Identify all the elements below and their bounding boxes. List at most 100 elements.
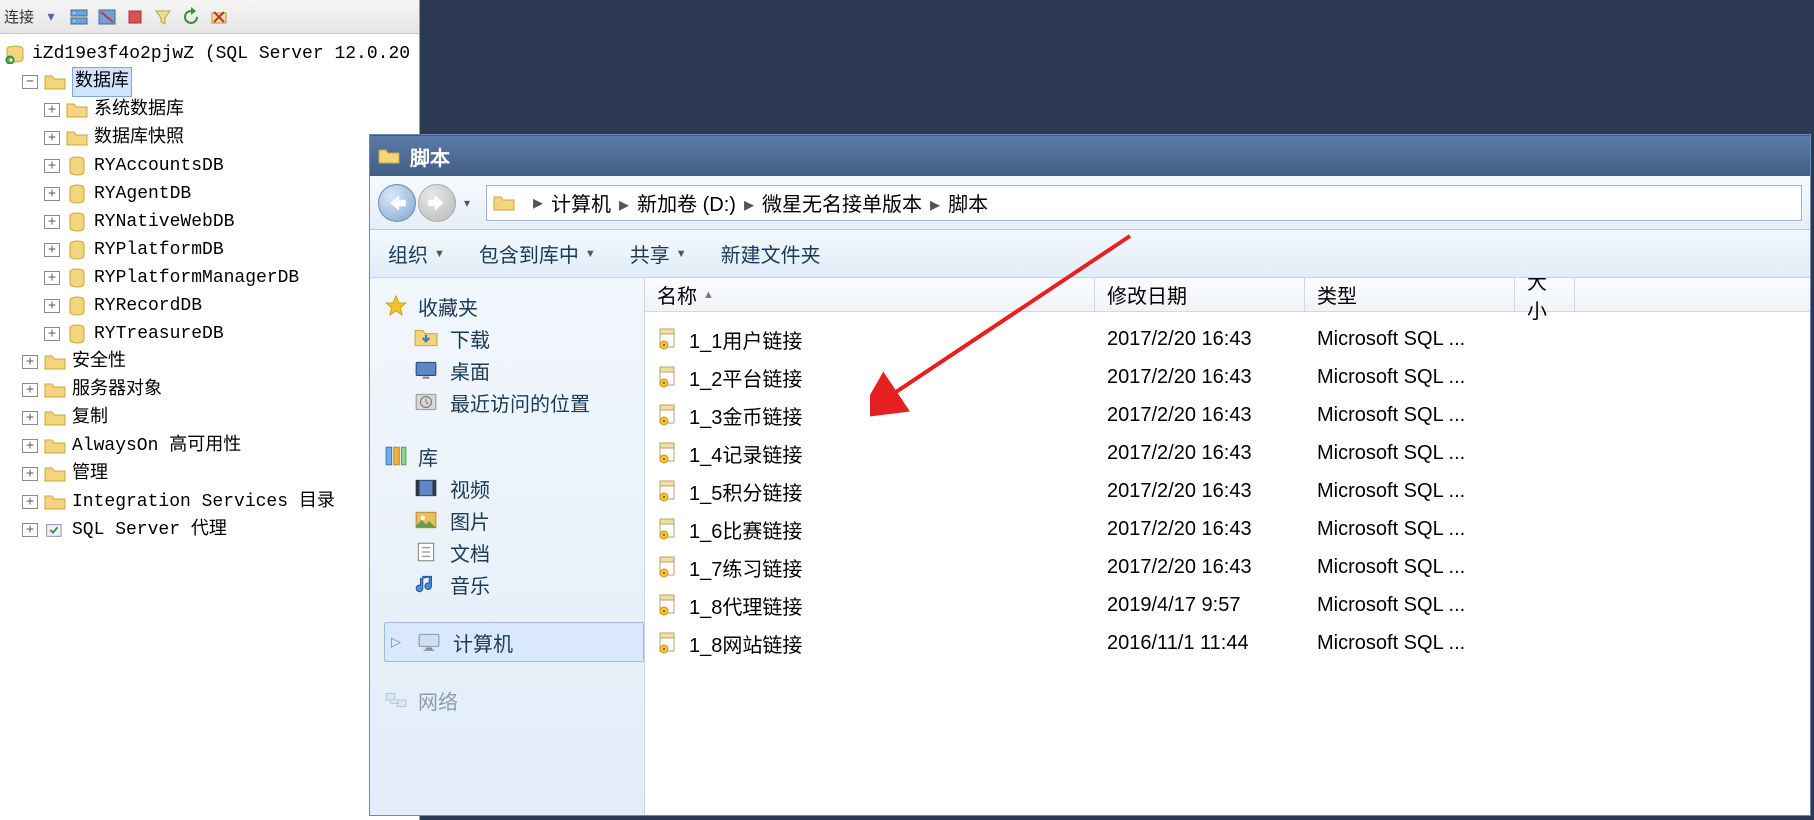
sql-file-icon	[657, 593, 679, 617]
explorer-titlebar[interactable]: 脚本	[370, 136, 1810, 176]
col-name[interactable]: 名称▲	[645, 278, 1095, 311]
back-button[interactable]	[378, 184, 416, 222]
toolbar-server-icon[interactable]	[68, 6, 90, 28]
file-type: Microsoft SQL ...	[1305, 442, 1515, 465]
col-type[interactable]: 类型	[1305, 278, 1515, 311]
history-dropdown-icon[interactable]: ▾	[458, 196, 476, 210]
db-node[interactable]: + RYRecordDB	[4, 292, 419, 320]
expand-icon[interactable]: +	[22, 495, 38, 509]
expand-icon[interactable]: +	[22, 383, 38, 397]
expand-icon[interactable]: +	[44, 131, 60, 145]
tree-node[interactable]: +AlwaysOn 高可用性	[4, 432, 419, 460]
newfolder-button[interactable]: 新建文件夹	[721, 239, 821, 268]
collapse-icon[interactable]: −	[22, 75, 38, 89]
tree-node[interactable]: +服务器对象	[4, 376, 419, 404]
db-node[interactable]: +RYAccountsDB	[4, 152, 419, 180]
tree-node[interactable]: +复制	[4, 404, 419, 432]
toolbar-refresh-icon[interactable]	[180, 6, 202, 28]
videos-icon	[414, 477, 438, 499]
share-menu[interactable]: 共享▼	[630, 239, 687, 268]
network-group[interactable]: 网络	[384, 684, 644, 716]
nav-pictures[interactable]: 图片	[414, 504, 644, 536]
nav-downloads[interactable]: 下载	[414, 322, 644, 354]
expand-icon[interactable]: +	[22, 439, 38, 453]
expand-icon[interactable]: +	[22, 523, 38, 537]
connect-dropdown-icon[interactable]: ▾	[40, 6, 62, 28]
expand-icon[interactable]: +	[44, 243, 60, 257]
explorer-window: 脚本 ▾ ▸ 计算机▸新加卷 (D:)▸微星无名接单版本▸脚本 组织▼ 包含到库…	[370, 135, 1810, 815]
toolbar-disconnect-icon[interactable]	[96, 6, 118, 28]
sql-file-icon	[657, 327, 679, 351]
address-bar[interactable]: ▸ 计算机▸新加卷 (D:)▸微星无名接单版本▸脚本	[486, 185, 1802, 221]
db-node[interactable]: +RYTreasureDB	[4, 320, 419, 348]
breadcrumb-segment[interactable]: 微星无名接单版本	[762, 188, 922, 217]
file-row[interactable]: 1_8代理链接2019/4/17 9:57Microsoft SQL ...	[645, 586, 1810, 624]
connect-label[interactable]: 连接	[4, 6, 34, 27]
toolbar-stop-icon[interactable]	[124, 6, 146, 28]
breadcrumb-segment[interactable]: 脚本	[948, 188, 988, 217]
db-node[interactable]: +RYPlatformDB	[4, 236, 419, 264]
file-row[interactable]: 1_7练习链接2017/2/20 16:43Microsoft SQL ...	[645, 548, 1810, 586]
sql-file-icon	[657, 517, 679, 541]
nav-videos[interactable]: 视频	[414, 472, 644, 504]
snapshot-node[interactable]: + 数据库快照	[4, 124, 419, 152]
file-name: 1_2平台链接	[689, 363, 802, 392]
expand-icon[interactable]: +	[22, 411, 38, 425]
tree-node[interactable]: +安全性	[4, 348, 419, 376]
expand-icon[interactable]: +	[22, 355, 38, 369]
file-row[interactable]: 1_8网站链接2016/11/1 11:44Microsoft SQL ...	[645, 624, 1810, 662]
database-icon	[66, 268, 88, 288]
expand-icon[interactable]: +	[44, 271, 60, 285]
file-row[interactable]: 1_6比赛链接2017/2/20 16:43Microsoft SQL ...	[645, 510, 1810, 548]
nav-desktop[interactable]: 桌面	[414, 354, 644, 386]
breadcrumb[interactable]: 计算机▸新加卷 (D:)▸微星无名接单版本▸脚本	[551, 188, 988, 217]
file-date: 2017/2/20 16:43	[1095, 518, 1305, 541]
db-node[interactable]: +RYNativeWebDB	[4, 208, 419, 236]
col-size[interactable]: 大小	[1515, 278, 1575, 311]
nav-music[interactable]: 音乐	[414, 568, 644, 600]
pictures-icon	[414, 509, 438, 531]
nav-documents[interactable]: 文档	[414, 536, 644, 568]
breadcrumb-segment[interactable]: 新加卷 (D:)	[637, 188, 736, 217]
favorites-group[interactable]: 收藏夹	[384, 290, 644, 322]
file-row[interactable]: 1_2平台链接2017/2/20 16:43Microsoft SQL ...	[645, 358, 1810, 396]
expand-icon[interactable]: +	[44, 103, 60, 117]
include-menu[interactable]: 包含到库中▼	[479, 239, 596, 268]
server-node[interactable]: iZd19e3f4o2pjwZ (SQL Server 12.0.20	[4, 40, 419, 68]
organize-menu[interactable]: 组织▼	[388, 239, 445, 268]
expand-icon[interactable]: +	[44, 299, 60, 313]
expand-icon[interactable]: +	[44, 159, 60, 173]
file-row[interactable]: 1_1用户链接2017/2/20 16:43Microsoft SQL ...	[645, 320, 1810, 358]
libraries-group[interactable]: 库	[384, 440, 644, 472]
databases-node[interactable]: − 数据库	[4, 68, 419, 96]
expand-icon[interactable]: +	[44, 187, 60, 201]
db-node[interactable]: +RYPlatformManagerDB	[4, 264, 419, 292]
file-name: 1_6比赛链接	[689, 515, 802, 544]
file-list[interactable]: 1_1用户链接2017/2/20 16:43Microsoft SQL ...1…	[645, 312, 1810, 670]
db-node[interactable]: +RYAgentDB	[4, 180, 419, 208]
nav-recent[interactable]: 最近访问的位置	[414, 386, 644, 418]
explorer-nav-pane[interactable]: 收藏夹 下载 桌面 最近访问的位置 库 视频	[370, 278, 645, 815]
tree-node[interactable]: +SQL Server 代理	[4, 516, 419, 544]
tree-node[interactable]: +Integration Services 目录	[4, 488, 419, 516]
db-label: RYRecordDB	[94, 292, 202, 320]
file-row[interactable]: 1_3金币链接2017/2/20 16:43Microsoft SQL ...	[645, 396, 1810, 434]
file-row[interactable]: 1_4记录链接2017/2/20 16:43Microsoft SQL ...	[645, 434, 1810, 472]
expand-icon[interactable]: +	[44, 327, 60, 341]
tree-node[interactable]: +管理	[4, 460, 419, 488]
file-row[interactable]: 1_5积分链接2017/2/20 16:43Microsoft SQL ...	[645, 472, 1810, 510]
expand-icon[interactable]: +	[44, 215, 60, 229]
col-date[interactable]: 修改日期	[1095, 278, 1305, 311]
expand-icon[interactable]: +	[22, 467, 38, 481]
expand-icon[interactable]: ▷	[391, 634, 405, 650]
file-name: 1_3金币链接	[689, 401, 802, 430]
nav-computer[interactable]: ▷ 计算机	[384, 622, 644, 662]
file-type: Microsoft SQL ...	[1305, 594, 1515, 617]
toolbar-filter-icon[interactable]	[152, 6, 174, 28]
forward-button[interactable]	[418, 184, 456, 222]
ssms-tree[interactable]: iZd19e3f4o2pjwZ (SQL Server 12.0.20 − 数据…	[0, 34, 419, 544]
sysdb-node[interactable]: + 系统数据库	[4, 96, 419, 124]
breadcrumb-segment[interactable]: 计算机	[551, 188, 611, 217]
file-header[interactable]: 名称▲ 修改日期 类型 大小	[645, 278, 1810, 312]
toolbar-cancel-icon[interactable]	[208, 6, 230, 28]
